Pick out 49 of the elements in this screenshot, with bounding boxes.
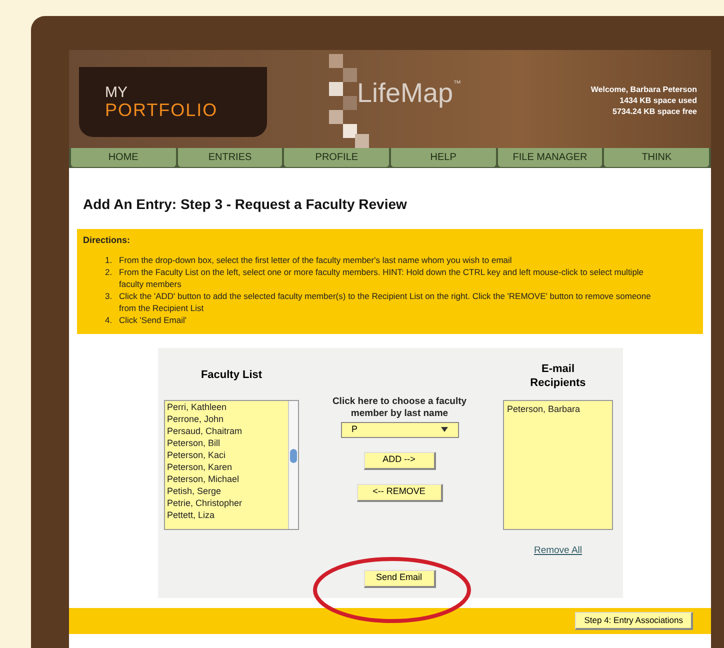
logo-text: MY (105, 84, 128, 100)
recipients-listbox[interactable]: Peterson, Barbara (503, 400, 613, 530)
brand-name: LifeMap (357, 78, 454, 108)
step-number: 4. (105, 314, 114, 326)
column-heading: Faculty List (200, 368, 262, 384)
nav-tab[interactable]: THINK (604, 148, 710, 167)
welcome-text: Welcome, Barbara Peterson (590, 84, 697, 95)
trademark-sign: ™ (453, 78, 462, 90)
list-option[interactable]: Petrie, Christopher (167, 496, 288, 508)
step-text: From the drop-down box, select the first letter of the faculty member's last name whom you wish to email (119, 254, 513, 266)
remove-button[interactable]: <-- REMOVE (356, 484, 442, 502)
list-option[interactable]: Peterson, Kaci (167, 448, 288, 460)
scroll-thumb[interactable] (290, 448, 297, 462)
list-option[interactable]: Peterson, Karen (167, 460, 288, 472)
list-option[interactable]: Persaud, Chaitram (167, 424, 288, 436)
list-option[interactable]: Peterson, Barbara (507, 402, 609, 414)
dropdown-value: P (352, 422, 358, 436)
list-option[interactable]: Peterson, Michael (167, 472, 288, 484)
step-text: Click 'Send Email' (119, 314, 188, 326)
step-text: Click the 'ADD' button to add the selected faculty member(s) to the Recipient List on the right. Click the 'REMOVE' button to remove someone from the Recipient List (119, 290, 652, 314)
nav-tab[interactable]: HOME (71, 148, 176, 167)
add-button[interactable]: ADD --> (364, 452, 436, 470)
faculty-listbox[interactable]: Perri, Kathleen Perrone, John Persaud, Chaitram Peterson, Bill Peterson, Kaci Peterson, Karen Peterson, Michael Petish, Serge Petrie, Christopher Pettett, Liza (164, 400, 299, 530)
nav-tab[interactable]: HELP (391, 148, 496, 167)
send-email-button[interactable]: Send Email (364, 570, 436, 588)
step-number: 2. (105, 266, 114, 278)
next-step-button[interactable]: Step 4: Entry Associations (575, 612, 693, 630)
column-heading: E-mail Recipients (529, 362, 587, 390)
space-free-text: 5734.24 KB space free (612, 106, 697, 117)
nav-tab[interactable]: FILE MANAGER (498, 148, 602, 167)
directions-heading: Directions: (83, 234, 132, 247)
chooser-label: Click here to choose a faculty member by last name (331, 396, 468, 420)
scrollbar[interactable] (288, 400, 298, 528)
list-option[interactable]: Petish, Serge (167, 484, 288, 496)
remove-all-link[interactable]: Remove All (534, 544, 582, 558)
list-option[interactable]: Peterson, Bill (167, 436, 288, 448)
dropdown-caret-icon (440, 427, 448, 432)
letter-dropdown[interactable]: P (340, 422, 458, 438)
nav-tab[interactable]: ENTRIES (178, 148, 282, 167)
list-option[interactable]: Pettett, Liza (167, 508, 288, 520)
page-title: Add An Entry: Step 3 - Request a Faculty Review (83, 195, 408, 214)
space-used-text: 1434 KB space used (620, 95, 697, 106)
list-option[interactable]: Perrone, John (167, 412, 288, 424)
step-number: 3. (105, 290, 114, 302)
logo-text: PORTFOLIO (105, 100, 219, 120)
nav-tab[interactable]: PROFILE (284, 148, 390, 167)
step-number: 1. (105, 254, 114, 266)
list-option[interactable]: Perri, Kathleen (167, 400, 288, 412)
step-text: From the Faculty List on the left, select one or more faculty members. HINT: Hold down the CTRL key and left mouse-click to select multiple faculty members (119, 266, 645, 290)
